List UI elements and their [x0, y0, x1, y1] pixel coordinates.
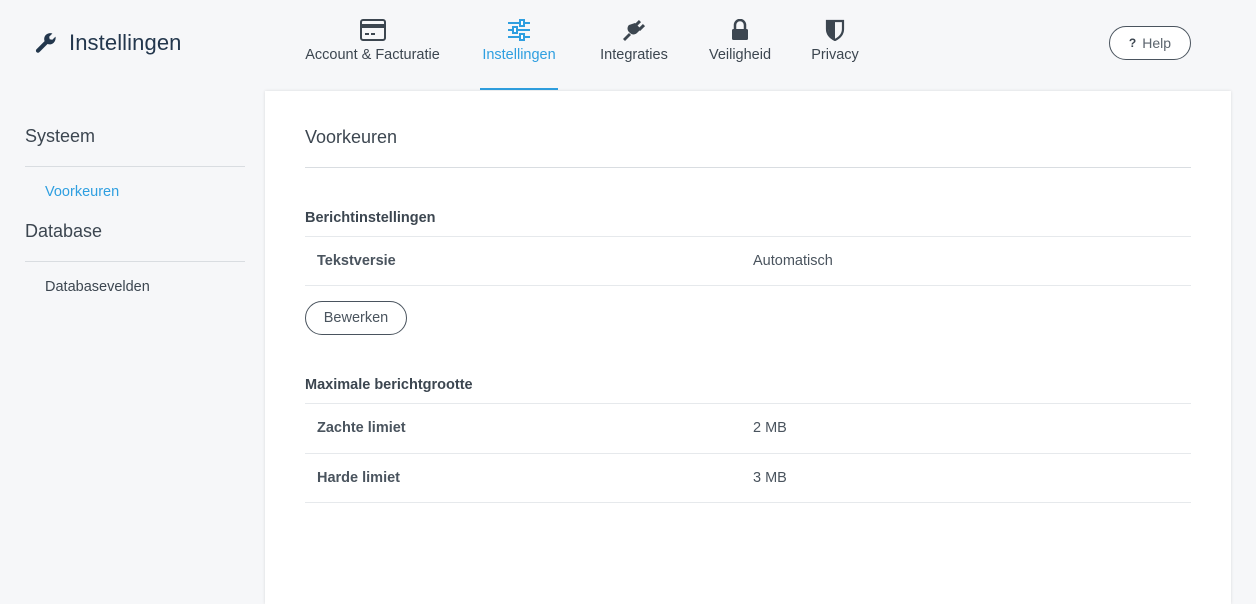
edit-button[interactable]: Bewerken	[305, 301, 407, 335]
row-label: Tekstversie	[317, 253, 396, 269]
sidebar: Systeem Voorkeuren Database Databaseveld…	[25, 90, 245, 295]
settings-row-tekstversie: Tekstversie Automatisch	[305, 236, 1191, 286]
tab-label: Instellingen	[482, 47, 556, 63]
settings-row-harde-limiet: Harde limiet 3 MB	[305, 453, 1191, 503]
question-icon: ?	[1128, 36, 1137, 50]
app-title: Instellingen	[69, 30, 182, 55]
top-header: Instellingen Account & Facturatie Instel…	[0, 0, 1256, 90]
row-label: Harde limiet	[317, 470, 400, 486]
tab-instellingen[interactable]: Instellingen	[480, 0, 558, 90]
wrench-icon	[35, 33, 56, 53]
shield-icon	[821, 17, 849, 43]
tab-label: Integraties	[600, 47, 668, 63]
page-title: Voorkeuren	[305, 127, 398, 147]
title-divider	[305, 167, 1191, 168]
tab-veiligheid[interactable]: Veiligheid	[708, 0, 772, 90]
sidebar-item-voorkeuren[interactable]: Voorkeuren	[25, 184, 245, 200]
row-label: Zachte limiet	[317, 420, 406, 436]
section-title-maximale-berichtgrootte: Maximale berichtgrootte	[305, 377, 473, 393]
sliders-icon	[505, 17, 533, 43]
plug-icon	[620, 17, 648, 43]
sidebar-item-databasevelden[interactable]: Databasevelden	[25, 279, 245, 295]
lock-icon	[726, 17, 754, 43]
tab-label: Veiligheid	[708, 47, 772, 63]
credit-card-icon	[359, 17, 387, 43]
sidebar-heading-database: Database	[25, 221, 245, 262]
tab-account-facturatie[interactable]: Account & Facturatie	[305, 0, 440, 90]
help-label: Help	[1142, 35, 1172, 51]
sidebar-heading-systeem: Systeem	[25, 126, 245, 167]
tab-integraties[interactable]: Integraties	[599, 0, 669, 90]
row-value: 2 MB	[753, 420, 787, 436]
settings-row-zachte-limiet: Zachte limiet 2 MB	[305, 403, 1191, 453]
row-value: Automatisch	[753, 253, 833, 269]
tab-label: Privacy	[811, 47, 859, 63]
tab-label: Account & Facturatie	[305, 47, 440, 63]
section-title-berichtinstellingen: Berichtinstellingen	[305, 210, 436, 226]
main-panel: Voorkeuren Berichtinstellingen Tekstvers…	[265, 91, 1231, 604]
tab-privacy[interactable]: Privacy	[811, 0, 859, 90]
help-button[interactable]: ? Help	[1109, 26, 1191, 60]
row-value: 3 MB	[753, 470, 787, 486]
app-brand: Instellingen	[34, 30, 182, 56]
